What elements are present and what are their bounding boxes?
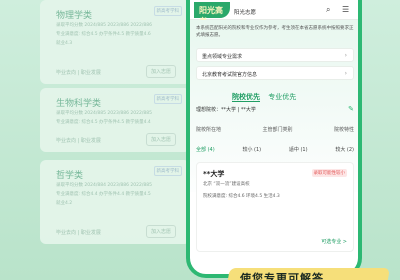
bg-card-line: 就业4.2	[56, 201, 73, 206]
bg-card-badge: 新高考学科	[153, 6, 182, 16]
chevron-right-icon: ›	[344, 52, 347, 59]
subtab-low[interactable]: 较小 (1)	[242, 146, 261, 153]
priority-tabs: 院校优先 专业优先	[232, 92, 302, 102]
tab-school-first[interactable]: 院校优先	[232, 93, 260, 102]
bg-card-add-button: 加入志愿	[145, 133, 176, 146]
filter-row: 院校所在地 主管部门类别 院校特性	[196, 126, 354, 133]
main-content: 本系统匹配阳光的院校和专业仅作为参考，考生须在本省志愿系统中按照要求正式填报志愿…	[190, 20, 358, 252]
ideal-schools: 理想院校：**大学 | **大学 ✎	[196, 105, 354, 113]
phone-frame: 阳光高考 阳光志愿 ⌕ ☰ 本系统匹配阳光的院校和专业仅作为参考，考生须在本省志…	[186, 0, 362, 278]
bg-card-line: 专业满意度: 综合4.5 办学条件4.5 教学质量4.4	[56, 120, 151, 125]
bg-card-add-button: 加入志愿	[145, 225, 176, 238]
bg-card-footer: 毕业去向 | 职业发展	[56, 70, 101, 76]
probability-tabs: 全部 (4) 较小 (1) 适中 (1) 较大 (2)	[196, 146, 354, 153]
subtab-all[interactable]: 全部 (4)	[196, 146, 215, 153]
bg-card-3: 哲学类 新高考学科 录取平均分数 2024/884 2023/886 2022/…	[40, 160, 190, 244]
tab-major-first[interactable]: 专业优先	[268, 93, 296, 101]
bg-card-title: 生物科学类	[56, 99, 102, 109]
optional-majors-button[interactable]: 可选专业 >	[321, 238, 347, 245]
bg-card-line: 录取平均分数 2024/885 2023/886 2022/886	[56, 23, 152, 28]
filter-location[interactable]: 院校所在地	[196, 126, 221, 133]
probability-badge: 录取可能性较小	[311, 169, 347, 177]
link-key-fields[interactable]: 重点领域专业需求 ›	[196, 48, 354, 62]
bg-card-add-button: 加入志愿	[145, 65, 176, 78]
subtab-high[interactable]: 较大 (2)	[335, 146, 354, 153]
bg-card-badge: 新高考学科	[153, 94, 182, 104]
intro-text: 本系统匹配阳光的院校和专业仅作为参考，考生须在本省志愿系统中按照要求正式填报志愿…	[196, 26, 354, 38]
menu-icon[interactable]: ☰	[342, 5, 349, 14]
bg-card-footer: 毕业去向 | 职业发展	[56, 230, 101, 236]
bg-card-line: 录取平均分数 2024/885 2023/886 2022/885	[56, 111, 152, 116]
edit-icon[interactable]: ✎	[348, 105, 354, 113]
bg-card-2: 生物科学类 新高考学科 录取平均分数 2024/885 2023/886 202…	[40, 88, 190, 152]
bg-card-1: 物理学类 新高考学科 录取平均分数 2024/885 2023/886 2022…	[40, 0, 190, 84]
promo-banner-text: 使您专更可解答	[240, 272, 324, 280]
search-icon[interactable]: ⌕	[326, 5, 330, 15]
ideal-schools-label: 理想院校：**大学 | **大学	[196, 107, 256, 113]
link-label: 北京教育考试院官方信息	[202, 72, 258, 78]
bg-card-line: 专业满意度: 综合4.4 办学条件4.4 教学质量4.5	[56, 192, 151, 197]
school-card[interactable]: **大学 录取可能性较小 北京 “双一流”建设高校 院校满意度: 综合4.6 环…	[196, 162, 354, 252]
bg-card-badge: 新高考学科	[153, 166, 182, 176]
app-header: 阳光高考 阳光志愿 ⌕ ☰	[190, 0, 358, 26]
subtab-medium[interactable]: 适中 (1)	[289, 146, 308, 153]
chevron-right-icon: ›	[344, 70, 347, 77]
filter-features[interactable]: 院校特性	[334, 126, 354, 133]
bg-card-line: 专业满意度: 综合4.5 办学条件4.5 教学质量4.6	[56, 32, 151, 37]
bg-card-footer: 毕业去向 | 职业发展	[56, 138, 101, 144]
school-name: **大学	[203, 170, 225, 178]
bg-card-title: 物理学类	[56, 11, 93, 21]
school-satisfaction: 院校满意度: 综合4.6 环境4.5 生活4.3	[203, 194, 280, 199]
bg-card-line: 就业4.3	[56, 41, 73, 46]
school-location: 北京 “双一流”建设高校	[203, 182, 250, 187]
link-official-info[interactable]: 北京教育考试院官方信息 ›	[196, 66, 354, 80]
filter-department[interactable]: 主管部门类别	[262, 126, 292, 133]
link-label: 重点领域专业需求	[202, 54, 243, 60]
app-logo: 阳光高考	[194, 2, 230, 26]
app-title: 阳光志愿	[234, 10, 257, 16]
bg-card-title: 哲学类	[56, 171, 84, 181]
bg-card-line: 录取平均分数 2024/884 2023/886 2022/885	[56, 183, 152, 188]
